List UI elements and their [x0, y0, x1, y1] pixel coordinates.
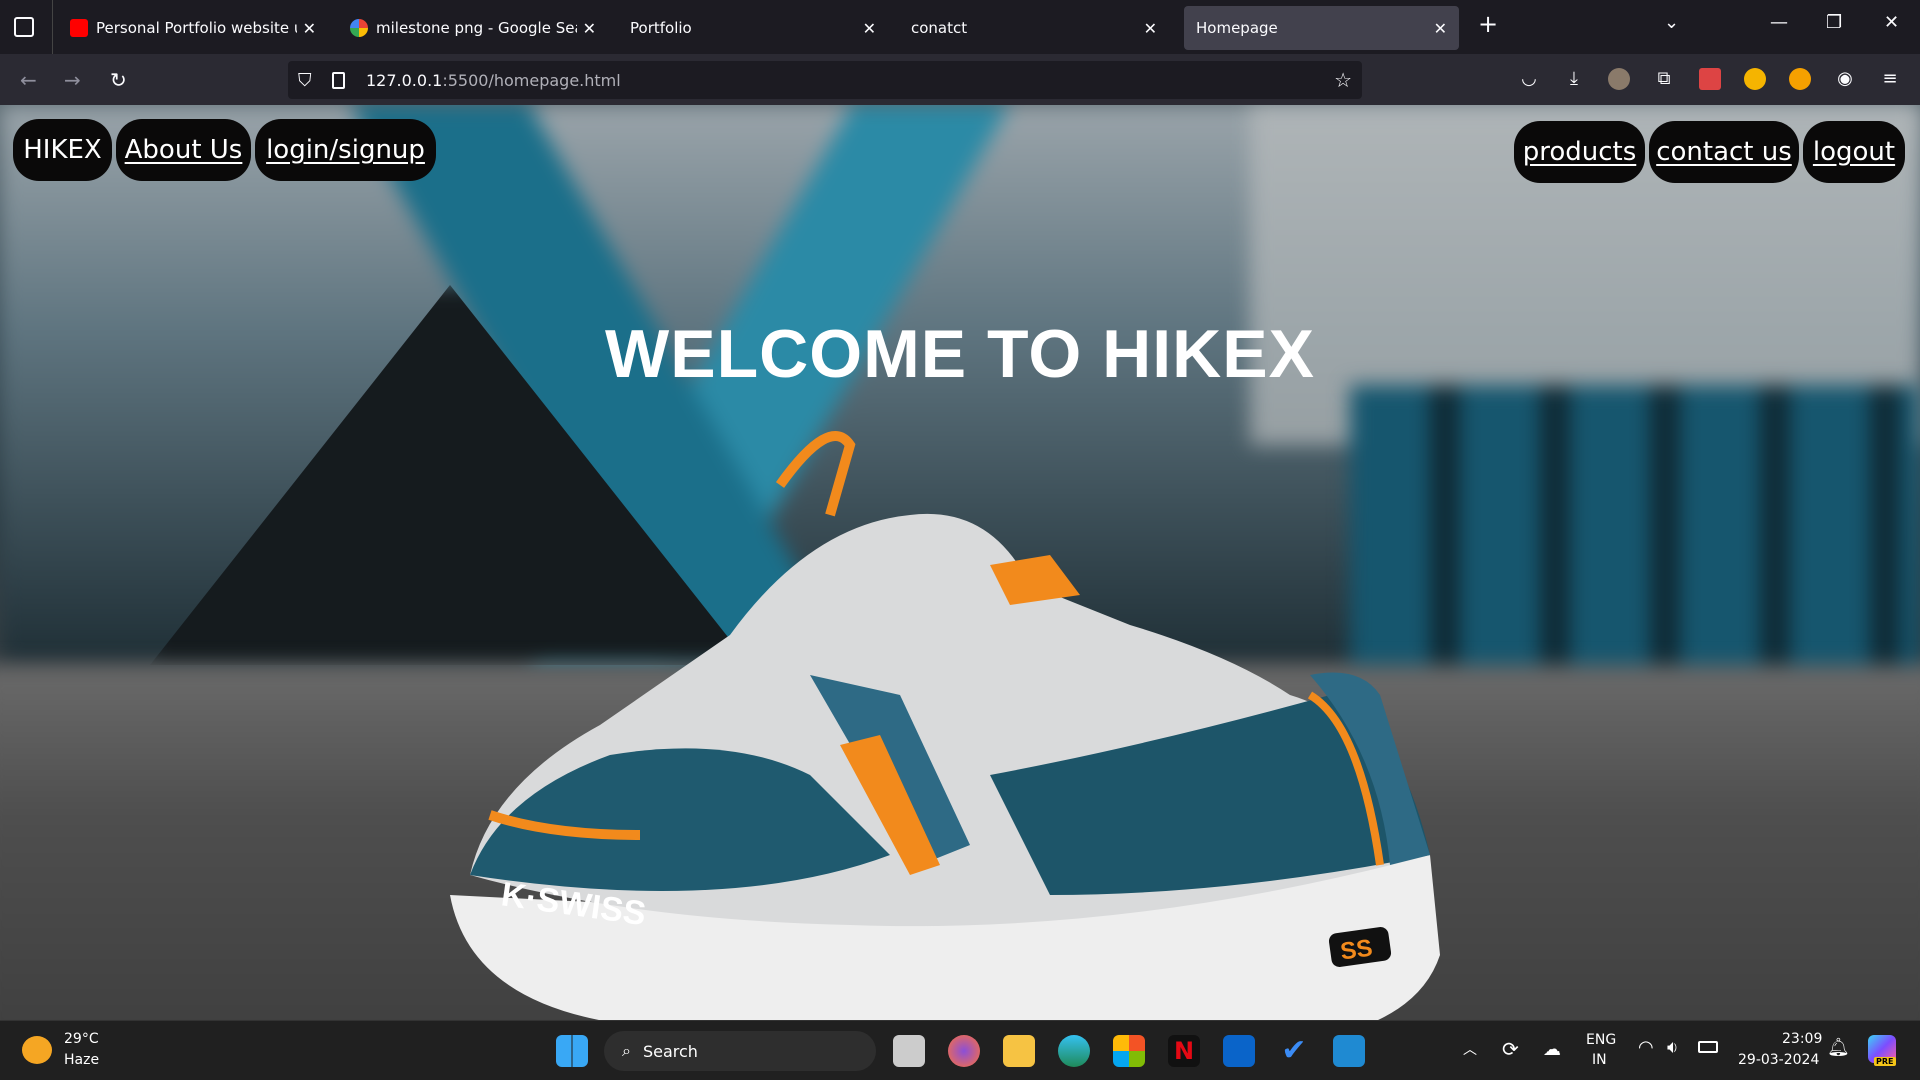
- tab-homepage[interactable]: Homepage ✕: [1184, 6, 1459, 50]
- language-indicator[interactable]: ENG: [1586, 1032, 1616, 1048]
- tab-list-icon[interactable]: [14, 17, 34, 37]
- close-tab-icon[interactable]: ✕: [863, 19, 876, 38]
- tab-contact[interactable]: conatct ✕: [899, 6, 1169, 50]
- taskbar: 29°C Haze ⌕ Search N ✔ ︿ ⟳ ☁ ENG IN ◠ 🔉︎ …: [0, 1020, 1920, 1080]
- extensions-icon[interactable]: ⧉: [1653, 68, 1675, 90]
- search-box[interactable]: ⌕ Search: [604, 1031, 876, 1071]
- weather-desc[interactable]: Haze: [64, 1052, 99, 1068]
- close-tab-icon[interactable]: ✕: [583, 19, 596, 38]
- contact-us-link[interactable]: contact us: [1649, 121, 1799, 183]
- about-us-link[interactable]: About Us: [116, 119, 251, 181]
- extension-yellow-icon[interactable]: [1744, 68, 1766, 90]
- login-signup-link[interactable]: login/signup: [255, 119, 436, 181]
- tab-google[interactable]: milestone png - Google Search✕: [338, 6, 608, 50]
- notification-bell-icon[interactable]: 🔔︎: [1827, 1037, 1850, 1058]
- shoe-badge-text: SS: [1339, 934, 1374, 965]
- nav-toolbar: ← → ↻ ⛉ 127.0.0.1:5500/homepage.html ☆ ◡…: [0, 54, 1920, 105]
- back-icon[interactable]: ←: [20, 68, 37, 92]
- weather-temp[interactable]: 29°C: [64, 1031, 99, 1047]
- outlook-icon[interactable]: [1223, 1035, 1255, 1067]
- forward-icon[interactable]: →: [64, 68, 81, 92]
- battery-icon[interactable]: [1698, 1041, 1718, 1053]
- extension-eye-icon[interactable]: ◉: [1834, 68, 1856, 90]
- search-icon: ⌕: [622, 1041, 631, 1060]
- clock-date[interactable]: 29-03-2024: [1738, 1052, 1819, 1068]
- file-explorer-icon[interactable]: [1003, 1035, 1035, 1067]
- bookmark-star-icon[interactable]: ☆: [1334, 68, 1352, 92]
- hero-shoe-image: K·SWISS SS: [450, 431, 1440, 1020]
- page-title: WELCOME TO HIKEX: [605, 316, 1315, 392]
- todo-icon[interactable]: ✔: [1278, 1035, 1310, 1067]
- firefox-icon[interactable]: [948, 1035, 980, 1067]
- weather-icon[interactable]: [22, 1036, 52, 1064]
- chevron-down-icon[interactable]: ⌄: [1664, 12, 1679, 33]
- products-link[interactable]: products: [1514, 121, 1645, 183]
- tab-youtube[interactable]: Personal Portfolio website using✕: [58, 6, 328, 50]
- copilot-pre-badge: PRE: [1874, 1057, 1896, 1066]
- tab-portfolio[interactable]: Portfolio ✕: [618, 6, 888, 50]
- profile-avatar-icon[interactable]: [1608, 68, 1630, 90]
- clock-time[interactable]: 23:09: [1782, 1031, 1822, 1047]
- logout-link[interactable]: logout: [1803, 121, 1905, 183]
- netflix-icon[interactable]: N: [1168, 1035, 1200, 1067]
- brand-logo[interactable]: HIKEX: [13, 119, 112, 181]
- download-icon[interactable]: ⤓: [1563, 68, 1585, 90]
- wifi-icon[interactable]: ◠: [1638, 1037, 1654, 1058]
- sync-icon[interactable]: ⟳: [1502, 1037, 1519, 1061]
- reload-icon[interactable]: ↻: [110, 68, 127, 92]
- start-icon[interactable]: [556, 1035, 588, 1067]
- close-tab-icon[interactable]: ✕: [1144, 19, 1157, 38]
- vscode-icon[interactable]: [1333, 1035, 1365, 1067]
- volume-icon[interactable]: 🔉︎: [1667, 1037, 1678, 1058]
- extension-orange-icon[interactable]: [1789, 68, 1811, 90]
- pocket-icon[interactable]: ◡: [1518, 68, 1540, 90]
- shield-icon[interactable]: ⛉: [298, 70, 312, 91]
- homepage: HIKEX About Us login/signup products con…: [0, 105, 1920, 1020]
- new-tab-icon[interactable]: +: [1478, 10, 1498, 38]
- address-bar[interactable]: ⛉ 127.0.0.1:5500/homepage.html ☆: [288, 61, 1362, 99]
- menu-icon[interactable]: ≡: [1879, 68, 1901, 90]
- close-window-icon[interactable]: ✕: [1884, 12, 1899, 33]
- minimize-icon[interactable]: —: [1770, 12, 1788, 33]
- youtube-icon: [70, 19, 88, 37]
- close-tab-icon[interactable]: ✕: [303, 19, 316, 38]
- restore-icon[interactable]: ❐: [1826, 12, 1842, 33]
- store-icon[interactable]: [1113, 1035, 1145, 1067]
- edge-icon[interactable]: [1058, 1035, 1090, 1067]
- show-hidden-icons[interactable]: ︿: [1463, 1039, 1477, 1059]
- task-view-icon[interactable]: [893, 1035, 925, 1067]
- close-tab-icon[interactable]: ✕: [1434, 19, 1447, 38]
- tab-bar: Personal Portfolio website using✕ milest…: [0, 0, 1920, 54]
- extension-red-icon[interactable]: [1699, 68, 1721, 90]
- google-icon: [350, 19, 368, 37]
- onedrive-icon[interactable]: ☁: [1543, 1039, 1561, 1060]
- page-icon: [332, 71, 345, 89]
